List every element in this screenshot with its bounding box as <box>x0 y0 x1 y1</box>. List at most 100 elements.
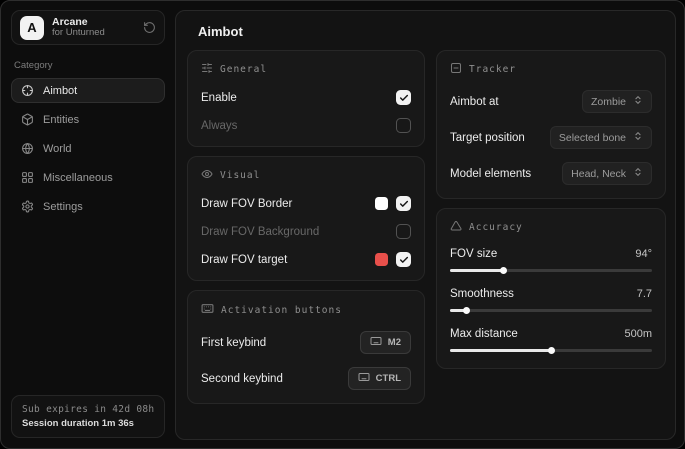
chevrons-up-down-icon <box>633 167 643 180</box>
accuracy-card: Accuracy FOV size 94° <box>436 208 666 369</box>
app-logo: A <box>20 16 44 40</box>
second-keybind-button[interactable]: CTRL <box>348 367 411 390</box>
setting-value: 500m <box>624 328 652 340</box>
fov-border-checkbox[interactable] <box>396 196 411 211</box>
chevrons-up-down-icon <box>633 95 643 108</box>
box-icon <box>21 113 34 126</box>
fov-border-color-swatch[interactable] <box>375 197 388 210</box>
setting-label: FOV size <box>450 248 497 260</box>
card-title: Tracker <box>469 64 516 75</box>
app-window: A Arcane for Unturned Category Aimbot <box>0 0 685 449</box>
app-subtitle: for Unturned <box>52 28 105 39</box>
setting-row-model-elements: Model elements Head, Neck <box>450 162 652 185</box>
aimbot-at-dropdown[interactable]: Zombie <box>582 90 652 113</box>
accuracy-card-header: Accuracy <box>450 220 652 235</box>
smoothness-slider[interactable] <box>450 305 652 315</box>
card-title: Activation buttons <box>221 305 342 316</box>
dropdown-value: Selected bone <box>559 132 626 144</box>
setting-label: Always <box>201 120 237 132</box>
sidebar-item-label: World <box>43 143 72 155</box>
keybind-value: CTRL <box>376 373 401 384</box>
slider-thumb[interactable] <box>500 267 507 274</box>
tracker-card-header: Tracker <box>450 62 652 77</box>
keyboard-icon <box>370 335 382 350</box>
content-columns: General Enable Always <box>176 45 675 404</box>
target-position-dropdown[interactable]: Selected bone <box>550 126 652 149</box>
setting-row-fov-background: Draw FOV Background <box>201 224 411 239</box>
subscription-info: Sub expires in 42d 08h Session duration … <box>11 395 165 438</box>
triangle-icon <box>450 220 462 235</box>
sidebar-item-label: Settings <box>43 201 83 213</box>
slider-thumb[interactable] <box>463 307 470 314</box>
enable-checkbox[interactable] <box>396 90 411 105</box>
dropdown-value: Head, Neck <box>571 168 626 180</box>
sidebar-item-label: Miscellaneous <box>43 172 113 184</box>
setting-row-fov-target: Draw FOV target <box>201 252 411 267</box>
setting-row-enable: Enable <box>201 90 411 105</box>
sidebar-item-label: Entities <box>43 114 79 126</box>
activation-buttons-card: Activation buttons First keybind M2 <box>187 290 425 404</box>
setting-row-fov-border: Draw FOV Border <box>201 196 411 211</box>
setting-row-target-position: Target position Selected bone <box>450 126 652 149</box>
keyboard-icon <box>201 302 214 318</box>
setting-label: Target position <box>450 132 525 144</box>
sidebar-item-entities[interactable]: Entities <box>11 107 165 132</box>
setting-label: Draw FOV Background <box>201 226 319 238</box>
setting-label: Aimbot at <box>450 96 499 108</box>
keybind-value: M2 <box>388 337 401 348</box>
setting-label: Second keybind <box>201 373 283 385</box>
sidebar: A Arcane for Unturned Category Aimbot <box>1 1 175 448</box>
setting-label: Draw FOV target <box>201 254 287 266</box>
left-column: General Enable Always <box>187 50 425 404</box>
refresh-icon[interactable] <box>143 21 156 34</box>
setting-value: 94° <box>635 248 652 260</box>
card-title: Accuracy <box>469 222 523 233</box>
slider-track[interactable] <box>450 309 652 312</box>
right-column: Tracker Aimbot at Zombie <box>436 50 666 369</box>
gear-icon <box>21 200 34 213</box>
setting-label: Enable <box>201 92 237 104</box>
page-title: Aimbot <box>176 11 675 45</box>
always-checkbox[interactable] <box>396 118 411 133</box>
slider-thumb[interactable] <box>548 347 555 354</box>
sidebar-item-aimbot[interactable]: Aimbot <box>11 78 165 103</box>
main-panel: Aimbot General Enable <box>175 10 676 440</box>
setting-row-second-keybind: Second keybind CTRL <box>201 367 411 390</box>
card-title: General <box>220 64 267 75</box>
sub-expiry-text: Sub expires in 42d 08h <box>22 404 154 415</box>
sidebar-item-miscellaneous[interactable]: Miscellaneous <box>11 165 165 190</box>
visual-card-header: Visual <box>201 168 411 183</box>
setting-label: Draw FOV Border <box>201 198 292 210</box>
setting-label: Model elements <box>450 168 531 180</box>
fov-background-checkbox[interactable] <box>396 224 411 239</box>
setting-row-first-keybind: First keybind M2 <box>201 331 411 354</box>
smoothness-setting: Smoothness 7.7 <box>450 288 652 315</box>
setting-label: First keybind <box>201 337 266 349</box>
sidebar-item-world[interactable]: World <box>11 136 165 161</box>
fov-size-slider[interactable] <box>450 265 652 275</box>
fov-target-checkbox[interactable] <box>396 252 411 267</box>
fov-size-setting: FOV size 94° <box>450 248 652 275</box>
grid-icon <box>21 171 34 184</box>
session-duration-text: Session duration 1m 36s <box>22 418 154 429</box>
square-minus-icon <box>450 62 462 77</box>
crosshair-icon <box>21 84 34 97</box>
brand-card: A Arcane for Unturned <box>11 10 165 45</box>
sidebar-item-settings[interactable]: Settings <box>11 194 165 219</box>
max-distance-slider[interactable] <box>450 345 652 355</box>
sliders-icon <box>201 62 213 77</box>
slider-fill <box>450 349 551 352</box>
keyboard-icon <box>358 371 370 386</box>
model-elements-dropdown[interactable]: Head, Neck <box>562 162 652 185</box>
globe-icon <box>21 142 34 155</box>
eye-icon <box>201 168 213 183</box>
general-card: General Enable Always <box>187 50 425 147</box>
first-keybind-button[interactable]: M2 <box>360 331 411 354</box>
setting-label: Max distance <box>450 328 518 340</box>
fov-target-color-swatch[interactable] <box>375 253 388 266</box>
window-frame: A Arcane for Unturned Category Aimbot <box>0 0 685 449</box>
setting-label: Smoothness <box>450 288 514 300</box>
tracker-card: Tracker Aimbot at Zombie <box>436 50 666 199</box>
sidebar-nav: Aimbot Entities World <box>11 78 165 219</box>
chevrons-up-down-icon <box>633 131 643 144</box>
